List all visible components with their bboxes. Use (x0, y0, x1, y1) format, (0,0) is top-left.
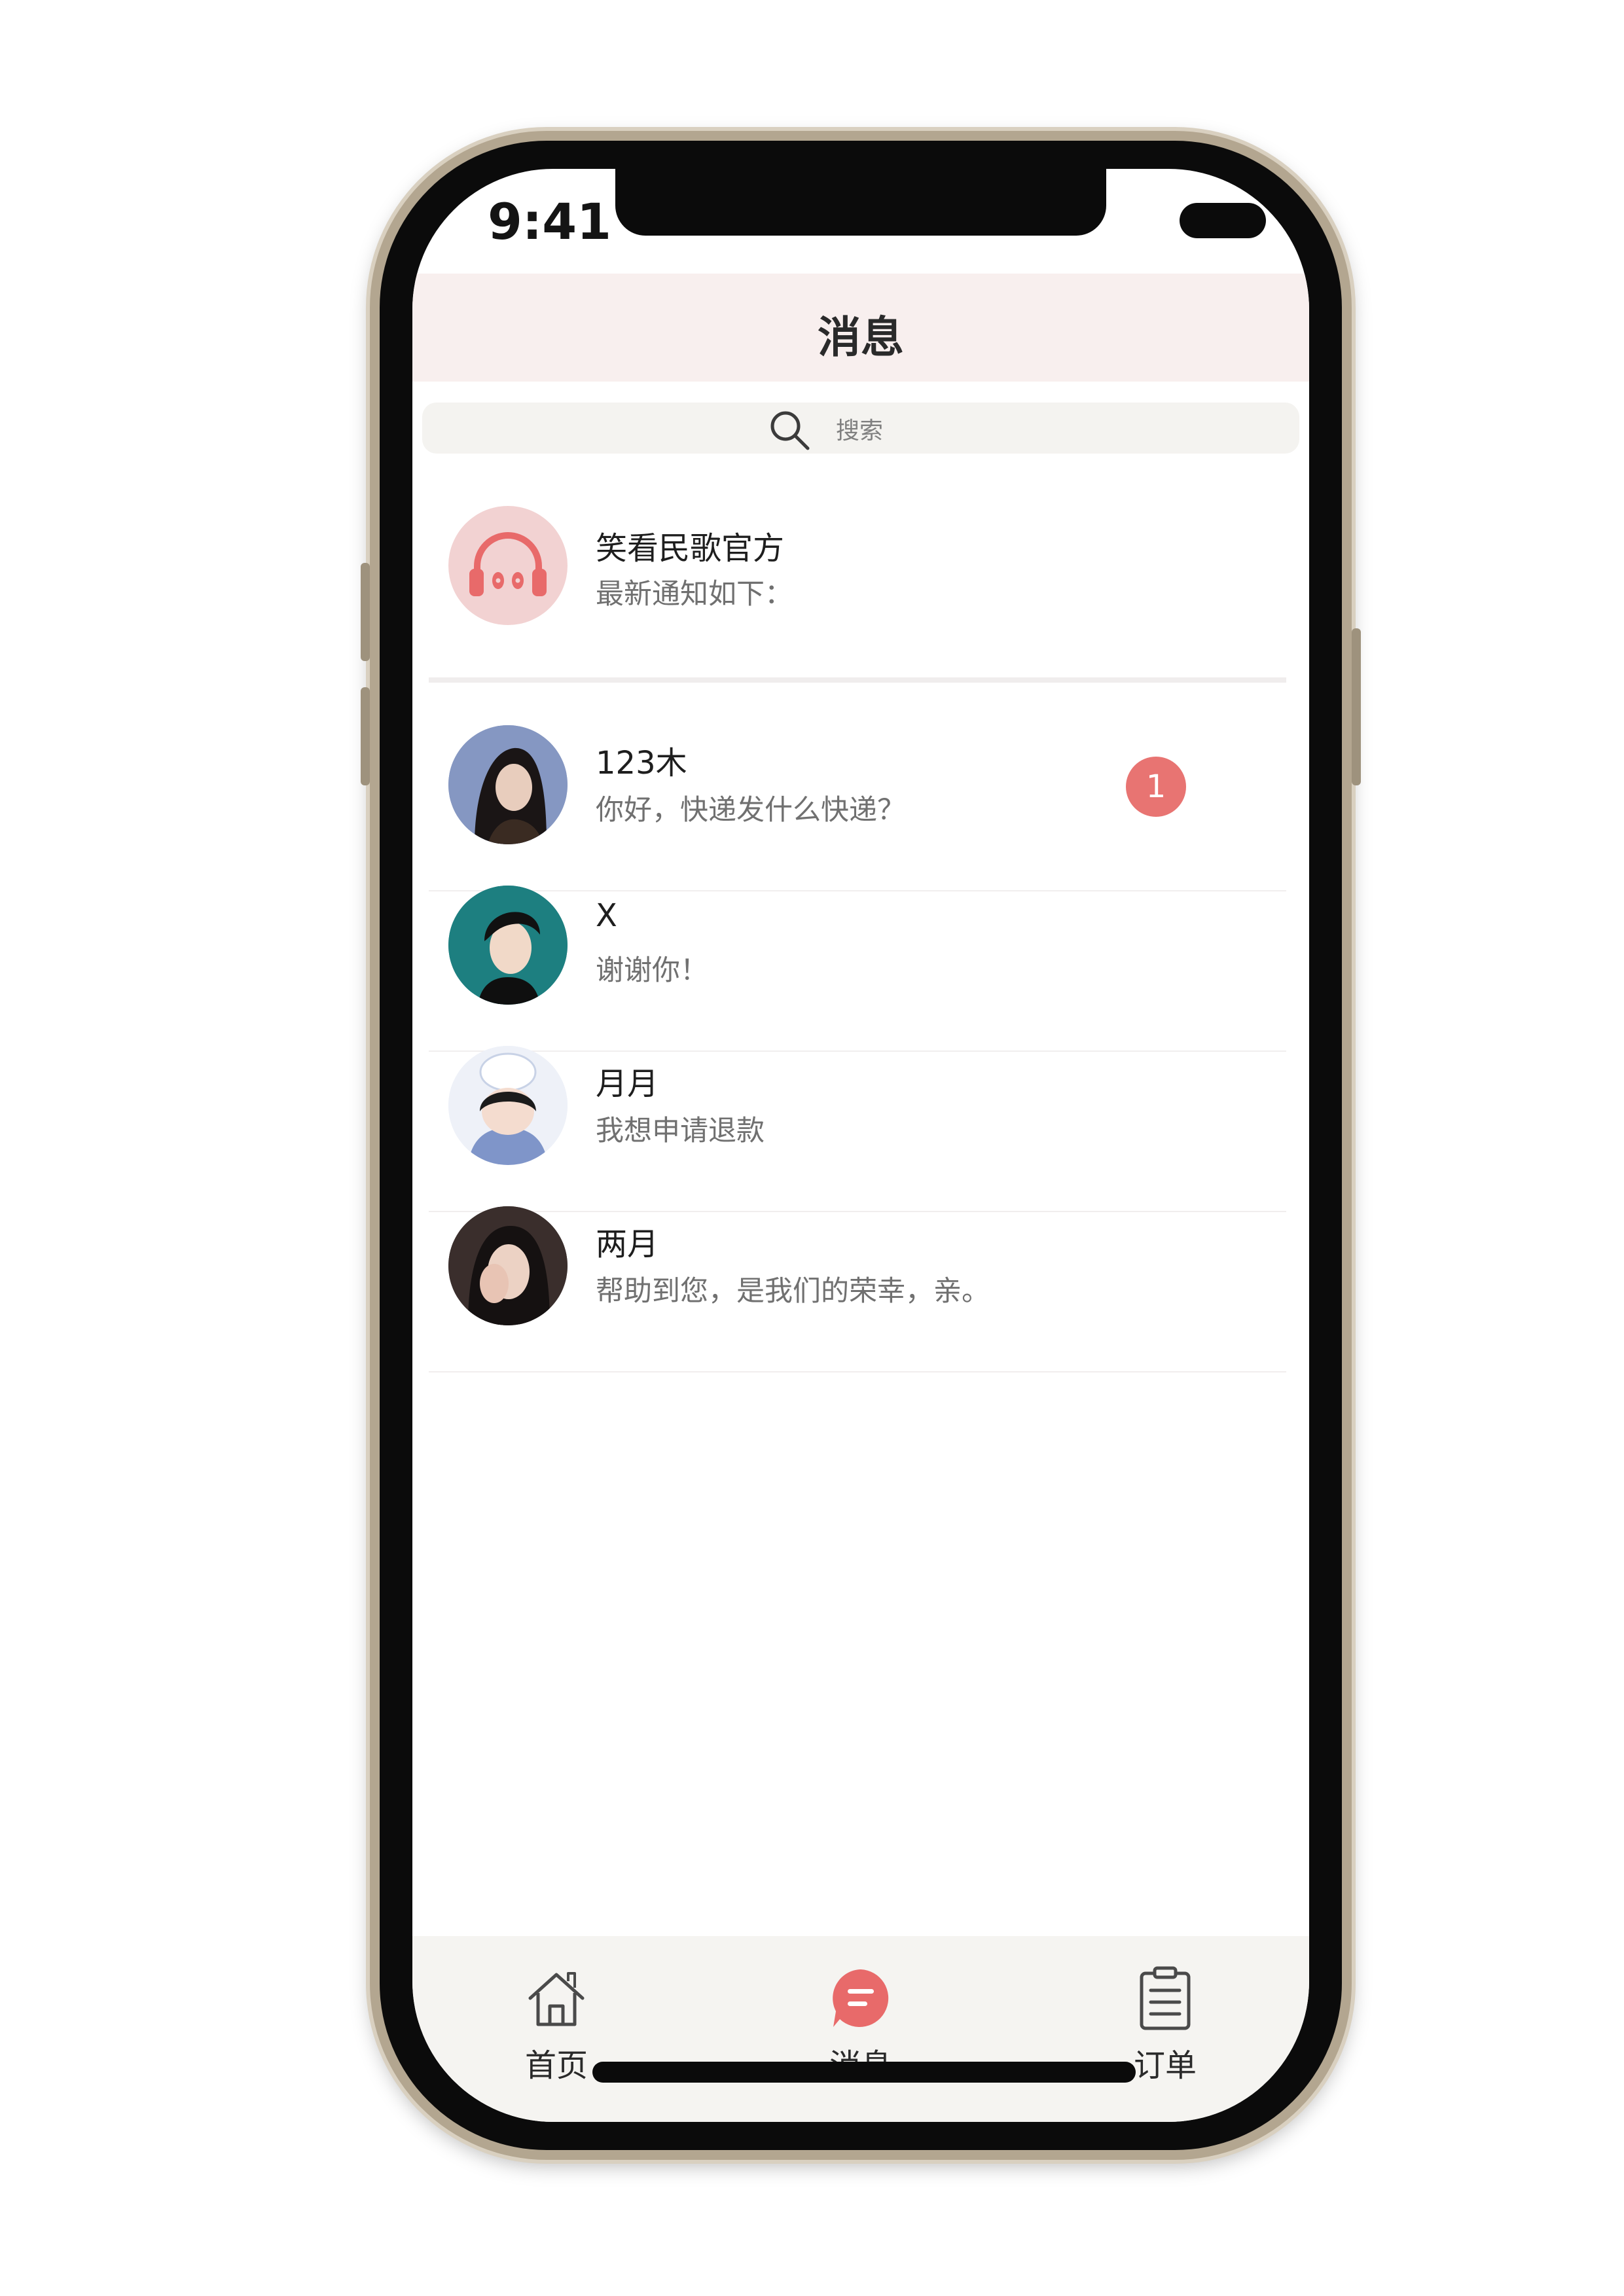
battery-icon (1180, 203, 1266, 238)
clipboard-icon (1140, 1966, 1191, 2030)
message-name: X (596, 897, 617, 934)
status-time: 9:41 (488, 192, 612, 251)
message-preview: 帮助到您，是我们的荣幸，亲。 (596, 1275, 990, 1308)
message-preview: 谢谢你！ (596, 954, 708, 987)
power-button (1352, 628, 1361, 785)
page-header: 消息 (412, 274, 1309, 382)
user-avatar-image (448, 1206, 568, 1325)
row-divider (429, 1371, 1286, 1372)
volume-up-button (361, 563, 370, 661)
tab-home[interactable]: 首页 (478, 1936, 635, 2119)
page-title: 消息 (818, 312, 904, 363)
message-item-official[interactable]: 笑看民歌官方 最新通知如下： (412, 506, 1309, 670)
message-item[interactable]: X 谢谢你！ (412, 886, 1309, 1043)
search-placeholder: 搜索 (836, 418, 884, 444)
notch (615, 169, 1106, 236)
message-preview: 最新通知如下： (596, 578, 793, 611)
message-item[interactable]: 两月 帮助到您，是我们的荣幸，亲。 (412, 1206, 1309, 1363)
message-name: 月月 (596, 1066, 659, 1102)
avatar (448, 886, 568, 1005)
avatar (448, 725, 568, 844)
message-preview: 你好，快递发什么快递？ (596, 794, 905, 827)
search-input[interactable]: 搜索 (422, 403, 1299, 454)
user-avatar-image (448, 886, 568, 1005)
user-avatar-image (448, 1046, 568, 1165)
message-name: 笑看民歌官方 (596, 530, 785, 567)
avatar (448, 1206, 568, 1325)
tab-messages[interactable]: 消息 (782, 1936, 939, 2119)
volume-down-button (361, 687, 370, 785)
headphones-icon (469, 532, 547, 596)
tab-bar: 首页 消息 订单 (412, 1936, 1309, 2122)
search-icon (770, 411, 810, 450)
message-name: 123木 (596, 745, 687, 781)
message-name: 两月 (596, 1226, 659, 1263)
chat-icon (833, 1969, 889, 2027)
unread-badge: 1 (1126, 757, 1186, 817)
home-indicator (592, 2062, 1136, 2083)
message-item[interactable]: 月月 我想申请退款 (412, 1046, 1309, 1203)
official-avatar (448, 506, 568, 625)
section-divider (429, 677, 1286, 683)
message-item[interactable]: 123木 你好，快递发什么快递？ 1 (412, 725, 1309, 882)
home-icon (528, 1972, 585, 2026)
avatar (448, 1046, 568, 1165)
app-screen: 9:41 消息 搜索 笑看民歌官方 最新通知如下： 123木 你好，快递发什么快… (412, 169, 1309, 2122)
message-preview: 我想申请退款 (596, 1115, 765, 1147)
user-avatar-image (448, 725, 568, 844)
tab-orders[interactable]: 订单 (1087, 1936, 1244, 2119)
